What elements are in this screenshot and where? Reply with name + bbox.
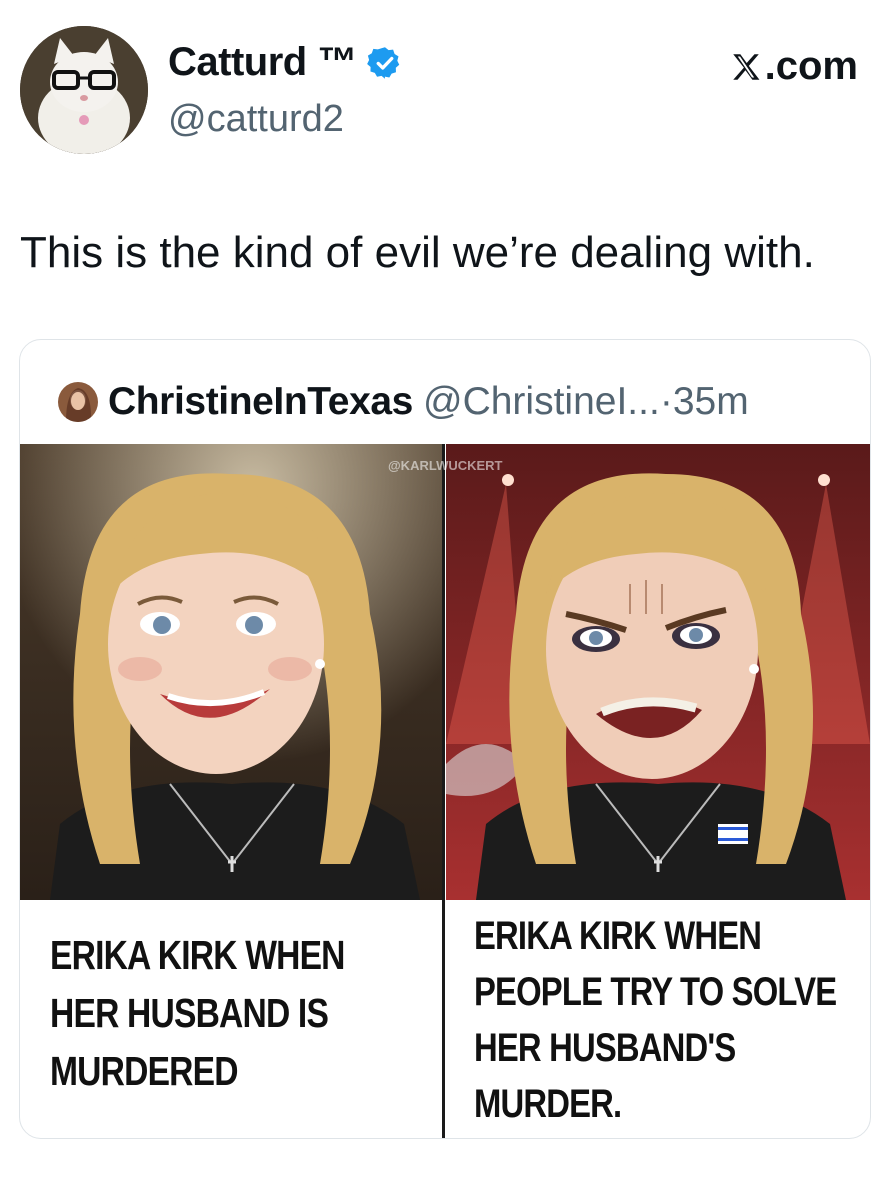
- author-name-text: Catturd ™: [168, 40, 357, 84]
- quoted-separator: ·: [659, 380, 673, 423]
- quoted-author-handle[interactable]: @ChristineI...: [423, 380, 660, 424]
- quoted-author-name[interactable]: ChristineInTexas: [108, 380, 413, 424]
- quoted-author-avatar[interactable]: [58, 382, 98, 422]
- left-caption-line: HER HUSBAND IS: [50, 990, 329, 1036]
- smiling-woman-illustration: [20, 444, 444, 900]
- left-caption-line: ERIKA KIRK WHEN: [50, 932, 345, 978]
- meme-panel-left: ERIKA KIRK WHEN HER HUSBAND IS MURDERED: [20, 444, 444, 1138]
- right-caption-line: PEOPLE TRY TO SOLVE: [474, 970, 837, 1014]
- author-name[interactable]: Catturd ™: [168, 40, 403, 85]
- verified-badge-icon: [366, 45, 403, 81]
- author-handle[interactable]: @catturd2: [168, 98, 344, 141]
- right-caption: ERIKA KIRK WHEN PEOPLE TRY TO SOLVE HER …: [474, 908, 837, 1132]
- right-caption-line: ERIKA KIRK WHEN: [474, 914, 762, 958]
- watermark: @KARLWUCKERT: [388, 458, 503, 473]
- angry-woman-illustration: [446, 444, 870, 900]
- panel-divider: [442, 444, 445, 1138]
- meme-image[interactable]: ERIKA KIRK WHEN HER HUSBAND IS MURDERED: [20, 444, 870, 1138]
- quoted-tweet-header: ChristineInTexas @ChristineI... · 35m: [20, 376, 870, 428]
- cat-avatar-image: [20, 26, 148, 154]
- site-label: .com: [729, 44, 858, 89]
- left-caption-line: MURDERED: [50, 1048, 239, 1094]
- right-caption-line: MURDER.: [474, 1082, 622, 1126]
- quoted-timestamp[interactable]: 35m: [673, 380, 749, 424]
- left-caption: ERIKA KIRK WHEN HER HUSBAND IS MURDERED: [50, 926, 345, 1100]
- right-caption-line: HER HUSBAND'S: [474, 1026, 736, 1070]
- meme-panel-right: @KARLWUCKERT ERIKA KIRK WHEN PEOPLE TRY …: [388, 444, 870, 1138]
- tweet-text: This is the kind of evil we’re dealing w…: [20, 228, 815, 277]
- site-label-text: .com: [764, 44, 858, 88]
- x-logo-icon: [732, 53, 760, 80]
- author-avatar[interactable]: [20, 26, 148, 154]
- quoted-tweet[interactable]: ChristineInTexas @ChristineI... · 35m ER…: [19, 339, 871, 1139]
